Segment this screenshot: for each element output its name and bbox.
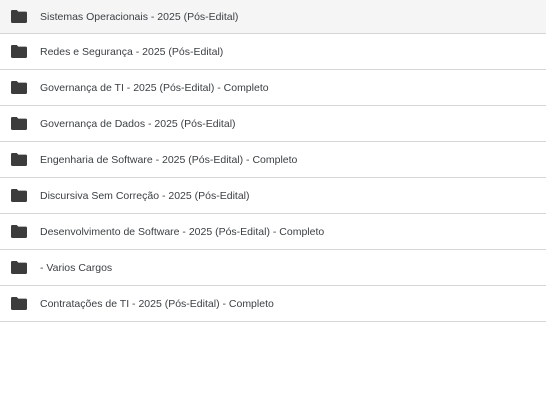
folder-label: Governança de TI - 2025 (Pós-Edital) - C… — [40, 81, 269, 94]
folder-row-varios-cargos[interactable]: - Varios Cargos — [0, 250, 546, 286]
folder-icon — [11, 44, 27, 58]
folder-label: Governança de Dados - 2025 (Pós-Edital) — [40, 117, 236, 130]
folder-row-governanca-de-ti[interactable]: Governança de TI - 2025 (Pós-Edital) - C… — [0, 70, 546, 106]
folder-label: Desenvolvimento de Software - 2025 (Pós-… — [40, 225, 325, 238]
folder-icon — [11, 116, 27, 130]
folder-row-sistemas-operacionais[interactable]: Sistemas Operacionais - 2025 (Pós-Edital… — [0, 0, 546, 34]
folder-icon — [11, 188, 27, 202]
folder-row-governanca-de-dados[interactable]: Governança de Dados - 2025 (Pós-Edital) — [0, 106, 546, 142]
folder-icon — [11, 260, 27, 274]
folder-row-desenvolvimento-de-software[interactable]: Desenvolvimento de Software - 2025 (Pós-… — [0, 214, 546, 250]
folder-row-contratacoes-de-ti[interactable]: Contratações de TI - 2025 (Pós-Edital) -… — [0, 286, 546, 322]
folder-label: Redes e Segurança - 2025 (Pós-Edital) — [40, 45, 224, 58]
folder-icon — [11, 152, 27, 166]
folder-row-engenharia-de-software[interactable]: Engenharia de Software - 2025 (Pós-Edita… — [0, 142, 546, 178]
folder-label: Sistemas Operacionais - 2025 (Pós-Edital… — [40, 10, 239, 23]
folder-label: - Varios Cargos — [40, 261, 113, 274]
folder-label: Contratações de TI - 2025 (Pós-Edital) -… — [40, 297, 274, 310]
folder-icon — [11, 224, 27, 238]
folder-label: Discursiva Sem Correção - 2025 (Pós-Edit… — [40, 189, 250, 202]
folder-list: Sistemas Operacionais - 2025 (Pós-Edital… — [0, 0, 546, 322]
folder-icon — [11, 80, 27, 94]
folder-row-redes-e-seguranca[interactable]: Redes e Segurança - 2025 (Pós-Edital) — [0, 34, 546, 70]
folder-icon — [11, 9, 27, 23]
folder-row-discursiva-sem-correcao[interactable]: Discursiva Sem Correção - 2025 (Pós-Edit… — [0, 178, 546, 214]
folder-label: Engenharia de Software - 2025 (Pós-Edita… — [40, 153, 298, 166]
folder-icon — [11, 296, 27, 310]
